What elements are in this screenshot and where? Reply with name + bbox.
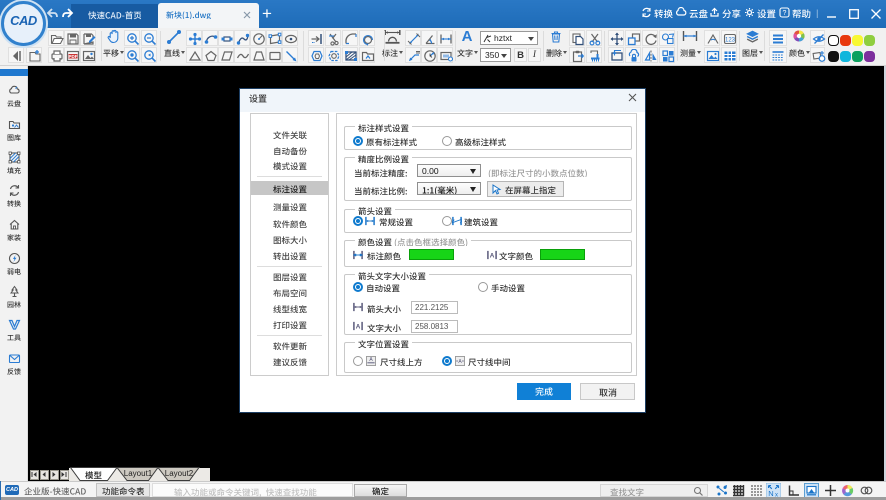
svg-text:A: A — [490, 252, 495, 259]
svg-text:?: ? — [783, 10, 787, 17]
svg-text:123: 123 — [725, 38, 736, 44]
svg-text:PDF: PDF — [69, 54, 78, 59]
svg-text:A: A — [356, 323, 361, 330]
